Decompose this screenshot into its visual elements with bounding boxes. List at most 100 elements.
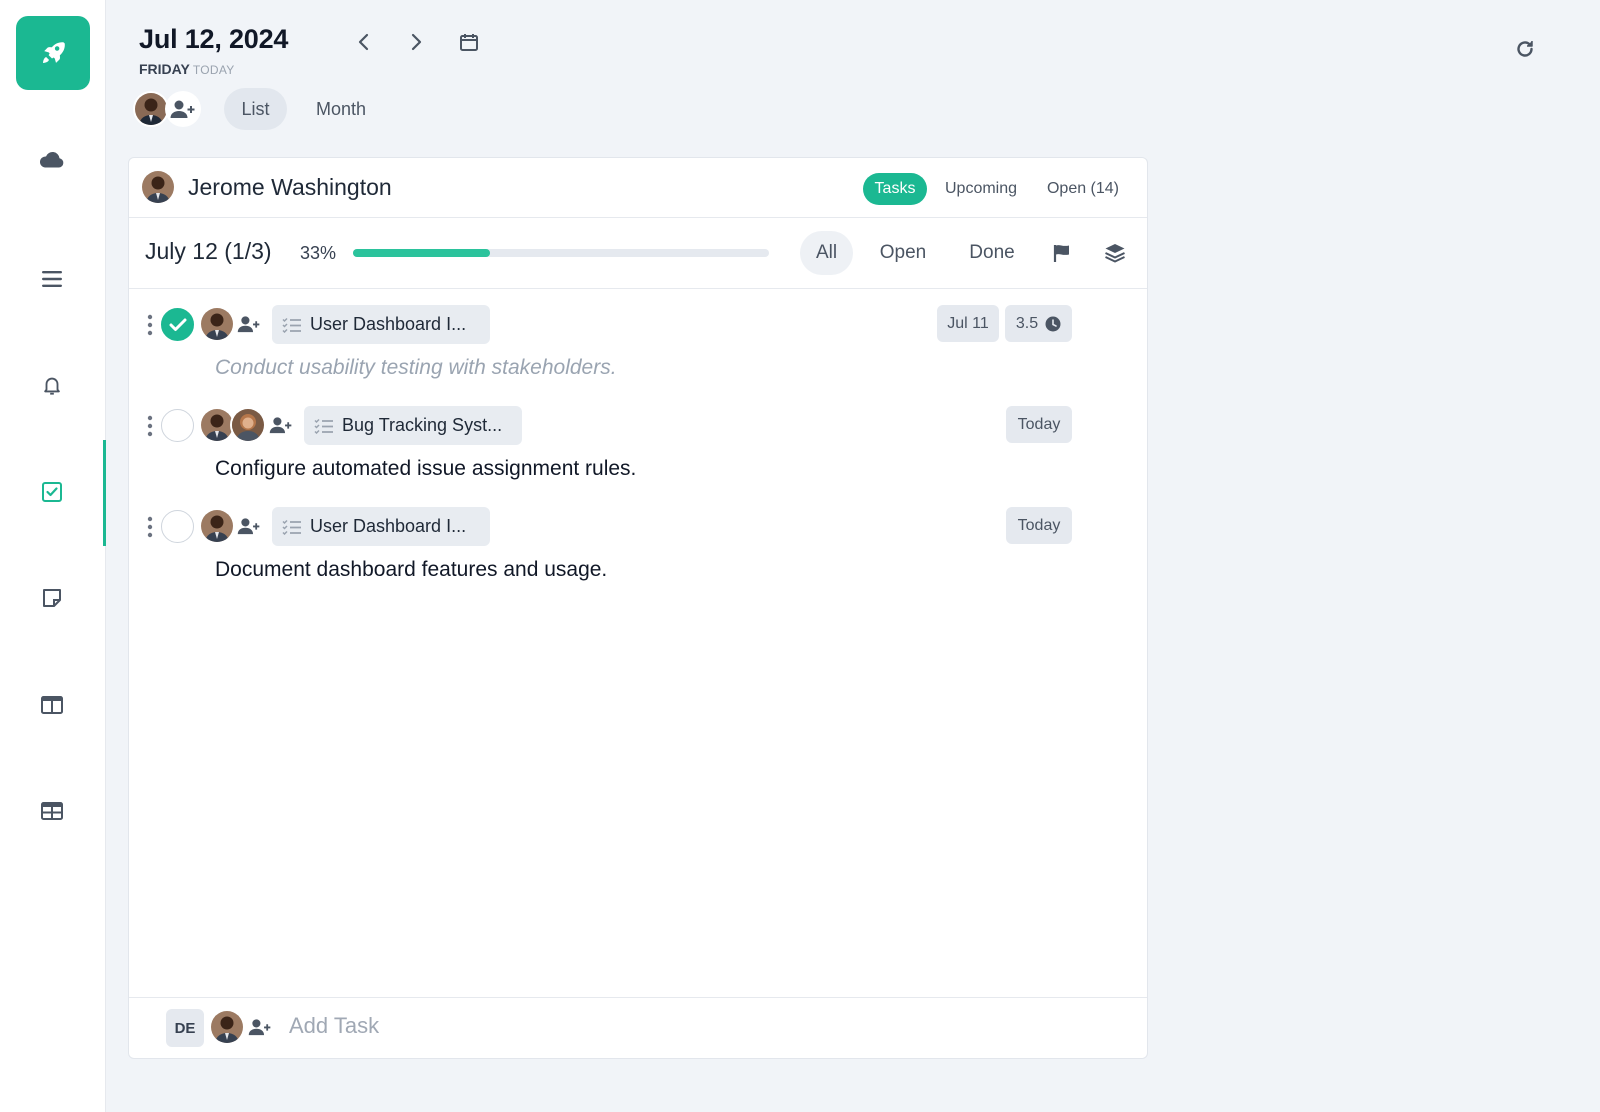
flag-icon [1053,245,1069,262]
project-tag[interactable]: Bug Tracking Syst... [304,406,522,445]
task-row: User Dashboard I... Jul 11 3.5 Conduct u… [129,304,1147,400]
checkbox-icon [42,482,62,502]
note-icon [43,589,61,607]
rocket-logo-button[interactable] [16,16,90,90]
assign-user-button[interactable] [246,1015,274,1039]
sidebar-item-notifications[interactable] [36,369,68,401]
add-task-input[interactable] [289,1013,689,1039]
filter-done[interactable]: Done [955,231,1029,275]
refresh-icon [1517,41,1533,57]
task-description[interactable]: Conduct usability testing with stakehold… [215,356,617,380]
due-date-chip[interactable]: Today [1006,406,1072,443]
filter-open[interactable]: Open [867,231,939,275]
drag-handle-icon[interactable] [145,415,155,437]
sidebar-item-cloud[interactable] [36,144,68,176]
person-photo-icon [232,409,264,441]
avatar[interactable] [230,407,266,443]
drag-handle-icon[interactable] [145,516,155,538]
assign-user-button[interactable] [235,312,263,336]
avatar[interactable] [209,1009,245,1045]
progress-percent: 33% [300,243,337,263]
task-complete-checkbox[interactable] [161,510,194,543]
tab-open[interactable]: Open (14) [1037,173,1129,205]
project-tag[interactable]: User Dashboard I... [272,305,490,344]
avatar[interactable] [140,169,176,205]
person-photo-icon [201,308,233,340]
person-photo-icon [135,93,167,125]
task-card: Jerome Washington Tasks Upcoming Open (1… [128,157,1148,1059]
checklist-icon [314,418,334,434]
initials-badge[interactable]: DE [166,1009,204,1047]
sidebar-item-board[interactable] [36,689,68,721]
page-date-title: Jul 12, 2024 [139,24,289,54]
calendar-picker-button[interactable] [455,28,483,56]
project-tag[interactable]: User Dashboard I... [272,507,490,546]
checklist-icon [282,519,302,535]
add-user-button[interactable] [165,91,201,127]
add-task-bar: DE [129,997,1147,1059]
drag-handle-icon[interactable] [145,314,155,336]
progress-bar-fill [353,249,491,257]
layers-icon [1105,244,1125,263]
task-description[interactable]: Document dashboard features and usage. [215,558,607,582]
refresh-button[interactable] [1511,35,1539,63]
task-complete-checkbox[interactable] [161,409,194,442]
task-row: User Dashboard I... Today Document dashb… [129,506,1147,602]
tab-upcoming[interactable]: Upcoming [937,173,1025,205]
assign-user-button[interactable] [267,413,295,437]
avatar[interactable] [199,306,235,342]
progress-row: July 12 (1/3) 33% All Open Done [129,218,1147,289]
sidebar-item-menu[interactable] [36,263,68,295]
card-header: Jerome Washington Tasks Upcoming Open (1… [129,158,1147,218]
progress-bar [353,249,769,257]
avatar[interactable] [199,508,235,544]
project-name: Bug Tracking Syst... [342,415,503,435]
task-description[interactable]: Configure automated issue assignment rul… [215,457,636,481]
calendar-icon [460,34,478,51]
time-estimate-chip[interactable]: 3.5 [1005,305,1072,342]
user-name: Jerome Washington [188,174,392,200]
sidebar-item-tasks[interactable] [36,476,68,508]
person-photo-icon [201,510,233,542]
person-photo-icon [201,409,233,441]
user-plus-icon [248,1019,271,1036]
view-tab-month[interactable]: Month [302,88,380,130]
columns-icon [41,696,63,714]
chevron-left-icon [358,33,369,51]
due-date-chip[interactable]: Today [1006,507,1072,544]
chevron-right-icon [411,33,422,51]
sidebar-active-indicator [103,440,106,546]
sidebar-item-table[interactable] [36,795,68,827]
task-row: Bug Tracking Syst... Today Configure aut… [129,405,1147,501]
person-photo-icon [211,1011,243,1043]
sidebar-item-notes[interactable] [36,582,68,614]
user-plus-icon [170,100,195,118]
sidebar [0,0,106,1112]
checkmark-icon [169,318,186,331]
table-icon [41,802,63,820]
tab-tasks[interactable]: Tasks [863,173,927,205]
due-date-chip[interactable]: Jul 11 [937,305,999,342]
task-complete-checkbox[interactable] [161,308,194,341]
priority-filter-button[interactable] [1049,240,1075,266]
day-progress-label: July 12 (1/3) [145,238,272,264]
project-name: User Dashboard I... [310,314,467,334]
checklist-icon [282,317,302,333]
menu-icon [42,271,62,287]
user-plus-icon [237,316,260,333]
today-label: TODAY [192,63,235,77]
view-tab-list[interactable]: List [224,88,287,130]
hours-value: 3.5 [1015,314,1039,332]
previous-day-button[interactable] [350,28,378,56]
weekday-label: FRIDAY TODAY [139,61,235,77]
cloud-icon [39,151,64,168]
assign-user-button[interactable] [235,514,263,538]
user-plus-icon [269,417,292,434]
group-filter-button[interactable] [1102,240,1128,266]
avatar[interactable] [133,91,169,127]
rocket-icon [43,42,65,63]
weekday-text: FRIDAY [139,61,190,77]
clock-icon [1045,316,1061,331]
filter-all[interactable]: All [800,231,853,275]
next-day-button[interactable] [402,28,430,56]
